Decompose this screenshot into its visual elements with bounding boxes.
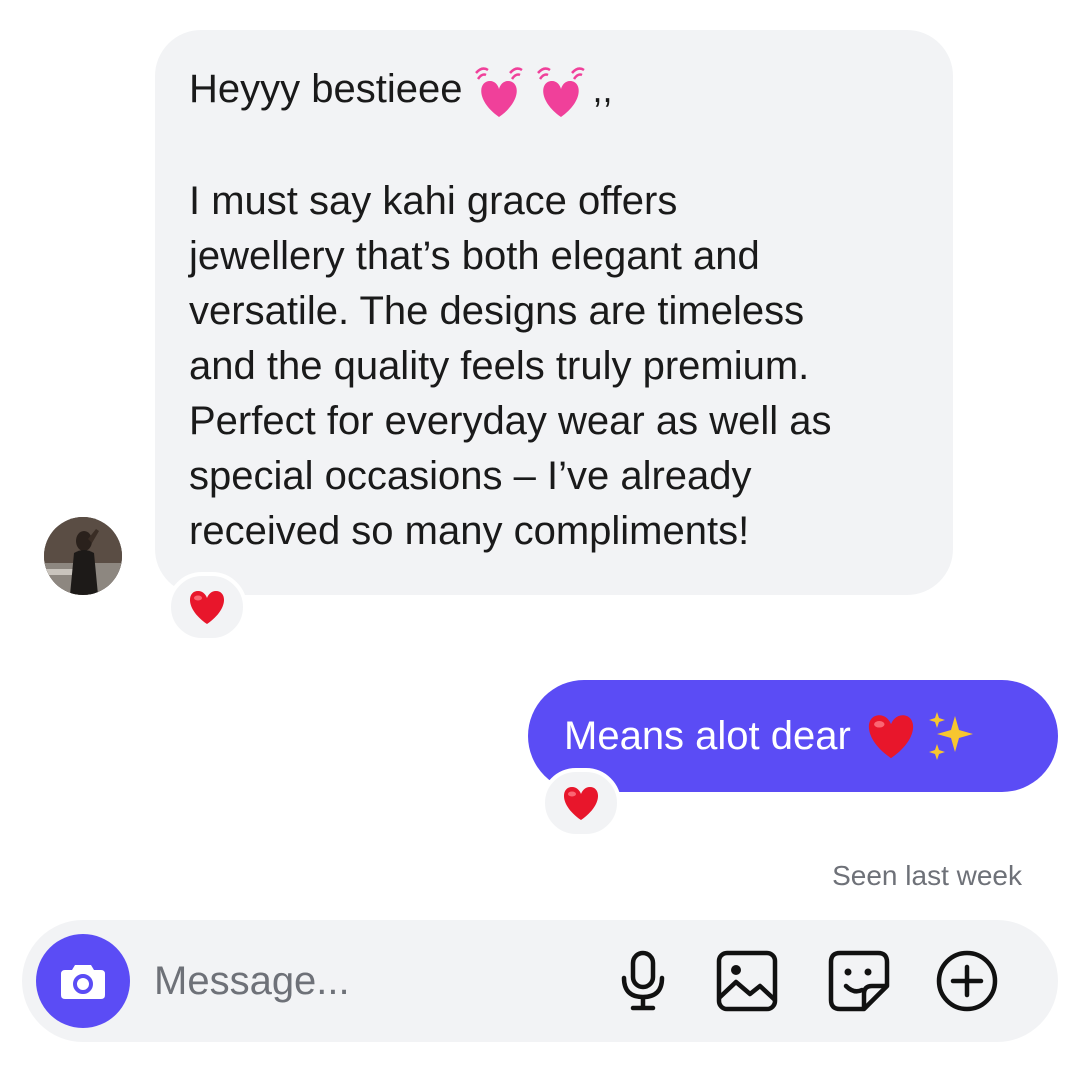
greeting-line: Heyyy bestieee ,, [189, 62, 919, 119]
red-heart-icon [563, 787, 599, 820]
red-heart-icon [189, 591, 225, 624]
sticker-button[interactable] [826, 948, 892, 1014]
message-line: and the quality feels truly premium. [189, 344, 810, 389]
sticker-icon [828, 950, 890, 1012]
message-line: I must say kahi grace offers [189, 179, 678, 224]
image-icon [716, 950, 778, 1012]
camera-icon [61, 965, 105, 999]
beating-heart-icon [472, 64, 588, 119]
incoming-reaction[interactable] [167, 572, 247, 642]
seen-status: Seen last week [832, 860, 1022, 891]
sparkles-icon [925, 710, 977, 762]
microphone-icon [621, 950, 665, 1011]
camera-button[interactable] [36, 934, 130, 1028]
message-line: jewellery that’s both elegant and [189, 234, 760, 279]
greeting-text: Heyyy bestieee [189, 67, 463, 111]
outgoing-message-text: Means alot dear [564, 713, 851, 758]
greeting-suffix: ,, [592, 69, 613, 110]
outgoing-reaction[interactable] [541, 768, 621, 838]
sender-avatar[interactable] [44, 517, 122, 595]
plus-circle-icon [936, 950, 998, 1012]
red-heart-icon [865, 712, 917, 760]
message-line: received so many compliments! [189, 509, 750, 554]
message-line: Perfect for everyday wear as well as [189, 399, 832, 444]
microphone-button[interactable] [610, 948, 676, 1014]
message-line: special occasions – I’ve already [189, 454, 752, 499]
message-line: versatile. The designs are timeless [189, 289, 805, 334]
gallery-button[interactable] [714, 948, 780, 1014]
more-options-button[interactable] [934, 948, 1000, 1014]
avatar-photo [44, 517, 122, 595]
message-composer [22, 920, 1058, 1042]
message-input[interactable] [154, 950, 574, 1012]
chat-screen: Heyyy bestieee ,, I must say kahi grace … [0, 0, 1080, 1080]
incoming-message-bubble[interactable]: Heyyy bestieee ,, I must say kahi grace … [155, 30, 953, 595]
